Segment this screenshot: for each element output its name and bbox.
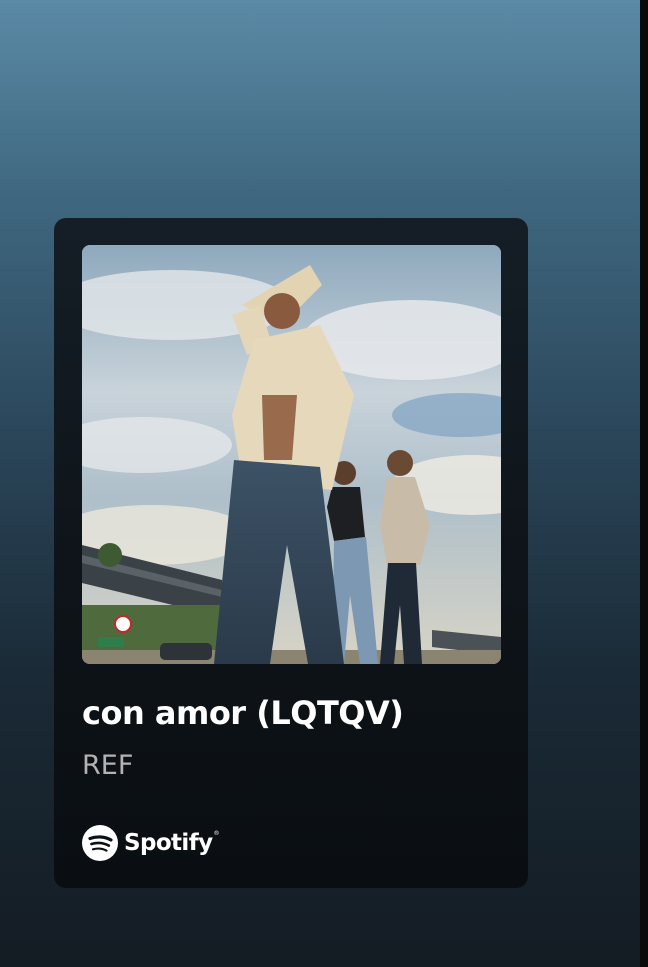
track-share-card[interactable]: con amor (LQTQV) REF Spotify®: [54, 218, 528, 888]
spotify-logo-icon: [82, 825, 118, 861]
album-cover-image[interactable]: [82, 245, 501, 664]
window-edge: [640, 0, 648, 967]
spotify-wordmark: Spotify®: [124, 830, 220, 856]
track-title[interactable]: con amor (LQTQV): [82, 694, 512, 732]
artist-name[interactable]: REF: [82, 750, 133, 781]
spotify-brand[interactable]: Spotify®: [82, 825, 220, 861]
album-cover-art: [82, 245, 501, 664]
